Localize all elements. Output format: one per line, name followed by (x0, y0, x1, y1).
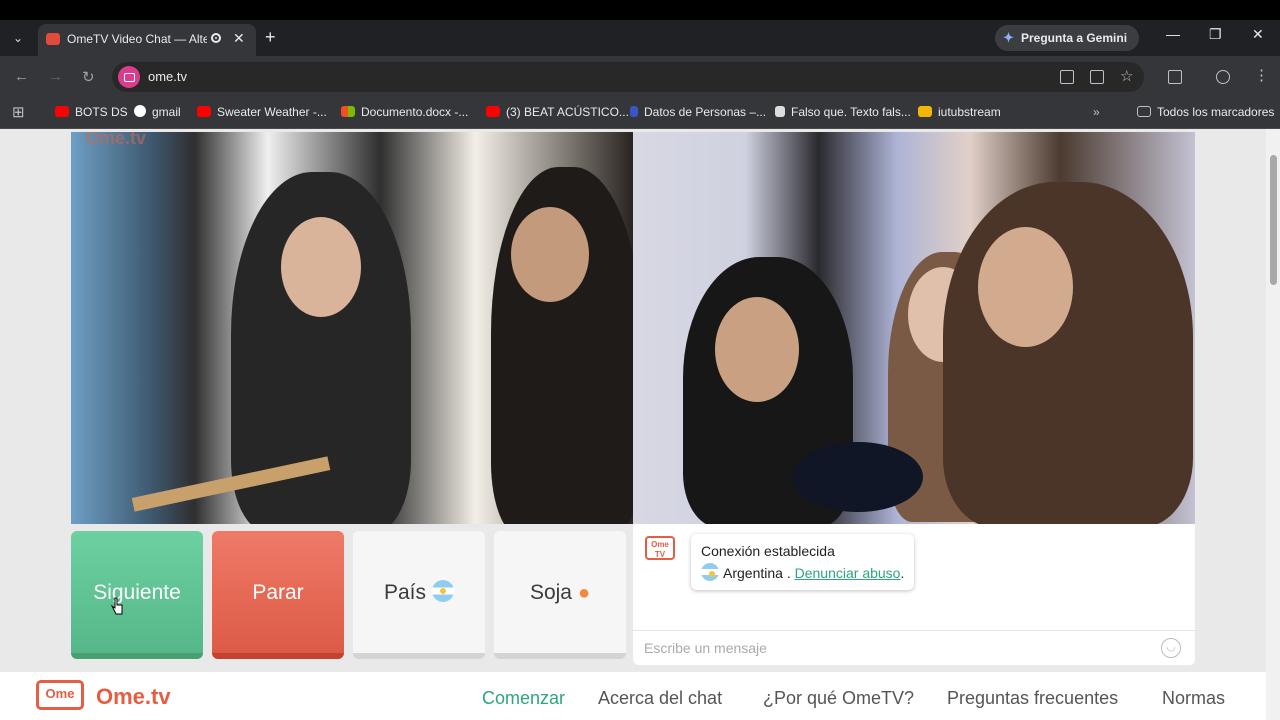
all-bookmarks-folder[interactable]: Todos los marcadores (1137, 105, 1274, 119)
more-bookmarks-icon[interactable]: » (1093, 105, 1100, 119)
recording-icon (211, 33, 221, 43)
browser-tab[interactable]: OmeTV Video Chat — Alter ✕ (38, 24, 256, 56)
stop-button[interactable]: Parar (212, 531, 344, 659)
scrollbar-thumb[interactable] (1270, 155, 1277, 285)
system-message: Conexión establecida Argentina . Denunci… (691, 534, 915, 590)
message-input-bar[interactable]: Escribe un mensaje ◡ (633, 630, 1195, 666)
translate-icon[interactable] (1060, 70, 1074, 84)
next-button[interactable]: Siguiente (71, 531, 203, 659)
bookmark-item[interactable]: iutubstream (918, 105, 1001, 119)
profile-avatar-icon[interactable] (1216, 70, 1230, 84)
new-tab-icon[interactable]: + (265, 27, 276, 48)
bookmark-item[interactable]: BOTS DS (55, 105, 128, 119)
bookmark-item[interactable]: Documento.docx -... (341, 105, 468, 119)
bookmark-star-icon[interactable]: ☆ (1120, 67, 1133, 85)
apps-grid-icon[interactable]: ⊞ (12, 103, 25, 121)
extensions-icon[interactable] (1168, 70, 1182, 84)
partner-country: Argentina (723, 565, 783, 581)
bookmark-item[interactable]: Sweater Weather -... (197, 105, 327, 119)
ome-chat-logo: Ome TV (645, 536, 675, 560)
gemini-button[interactable]: ✦ Pregunta a Gemini (995, 25, 1140, 51)
tab-title: OmeTV Video Chat — Alter (67, 32, 207, 46)
bookmarks-bar: ⊞ BOTS DS gmail Sweater Weather -... Doc… (0, 98, 1280, 129)
minimize-icon[interactable]: — (1166, 26, 1180, 42)
headphones (793, 442, 923, 512)
forward-icon[interactable]: → (48, 68, 63, 85)
back-icon[interactable]: ← (14, 68, 29, 85)
site-icon (775, 106, 785, 117)
country-filter-button[interactable]: País (353, 531, 485, 659)
report-abuse-link[interactable]: Denunciar abuso (795, 565, 901, 581)
argentina-flag-icon (432, 580, 455, 602)
tab-close-icon[interactable]: ✕ (233, 30, 245, 47)
connection-status: Conexión establecida (701, 543, 835, 559)
site-icon (918, 106, 932, 117)
nav-rules[interactable]: Normas (1162, 688, 1225, 709)
tab-search-icon[interactable]: ⌄ (8, 28, 28, 48)
person-face (281, 217, 361, 317)
nav-about[interactable]: Acerca del chat (598, 688, 722, 709)
person-face (511, 207, 589, 302)
tab-favicon-icon (46, 33, 60, 45)
document-icon (630, 106, 638, 117)
tab-strip: ⌄ OmeTV Video Chat — Alter ✕ + ✦ Pregunt… (0, 20, 1280, 56)
message-input[interactable]: Escribe un mensaje (644, 640, 767, 656)
restore-icon[interactable]: ❐ (1209, 26, 1222, 43)
ome-brand[interactable]: Ome.tv (96, 684, 171, 710)
site-footer-nav: Ome Ome.tv Comenzar Acerca del chat ¿Por… (0, 672, 1266, 720)
remote-video (633, 132, 1195, 524)
nav-comenzar[interactable]: Comenzar (482, 688, 565, 709)
video-watermark: Ome.tv (85, 132, 147, 148)
browser-toolbar: ← → ↻ ome.tv ☆ ⋮ (0, 56, 1280, 98)
woman-icon: ● (577, 582, 591, 604)
person-face (978, 227, 1073, 347)
emoji-icon[interactable]: ◡ (1161, 638, 1181, 658)
url-text: ome.tv (148, 69, 188, 84)
google-icon (134, 105, 146, 117)
gemini-label: Pregunta a Gemini (1021, 31, 1128, 45)
chat-panel: Ome TV Conexión establecida Argentina . … (633, 524, 1195, 665)
gemini-icon: ✦ (1003, 30, 1014, 45)
address-bar[interactable]: ome.tv (112, 62, 1144, 92)
bookmark-item[interactable]: Datos de Personas –... (630, 105, 766, 119)
person-silhouette (943, 182, 1193, 524)
install-app-icon[interactable] (1090, 70, 1104, 84)
screen-top-bar (0, 0, 1280, 20)
site-info-icon[interactable] (118, 66, 140, 88)
nav-faq[interactable]: Preguntas frecuentes (947, 688, 1118, 709)
page-scrollbar[interactable] (1266, 129, 1280, 720)
argentina-flag-icon (701, 563, 719, 581)
bookmark-item[interactable]: gmail (134, 105, 181, 119)
bookmark-item[interactable]: (3) BEAT ACÚSTICO... (486, 105, 629, 119)
youtube-icon (197, 106, 211, 117)
person-face (715, 297, 799, 402)
gender-filter-button[interactable]: Soja ● (494, 531, 626, 659)
page-content: Ome.tv Siguiente Parar País Soja ● Ome TV… (0, 129, 1266, 720)
hand-cursor-icon (111, 597, 123, 615)
office-icon (341, 106, 355, 117)
bookmark-item[interactable]: Falso que. Texto fals... (775, 105, 911, 119)
local-video: Ome.tv (71, 132, 633, 524)
window-close-icon[interactable]: ✕ (1252, 26, 1264, 43)
menu-icon[interactable]: ⋮ (1254, 66, 1269, 84)
youtube-icon (55, 106, 69, 117)
youtube-icon (486, 106, 500, 117)
reload-icon[interactable]: ↻ (82, 68, 95, 86)
folder-icon (1137, 106, 1151, 117)
nav-why[interactable]: ¿Por qué OmeTV? (763, 688, 914, 709)
ome-logo[interactable]: Ome (36, 680, 84, 710)
